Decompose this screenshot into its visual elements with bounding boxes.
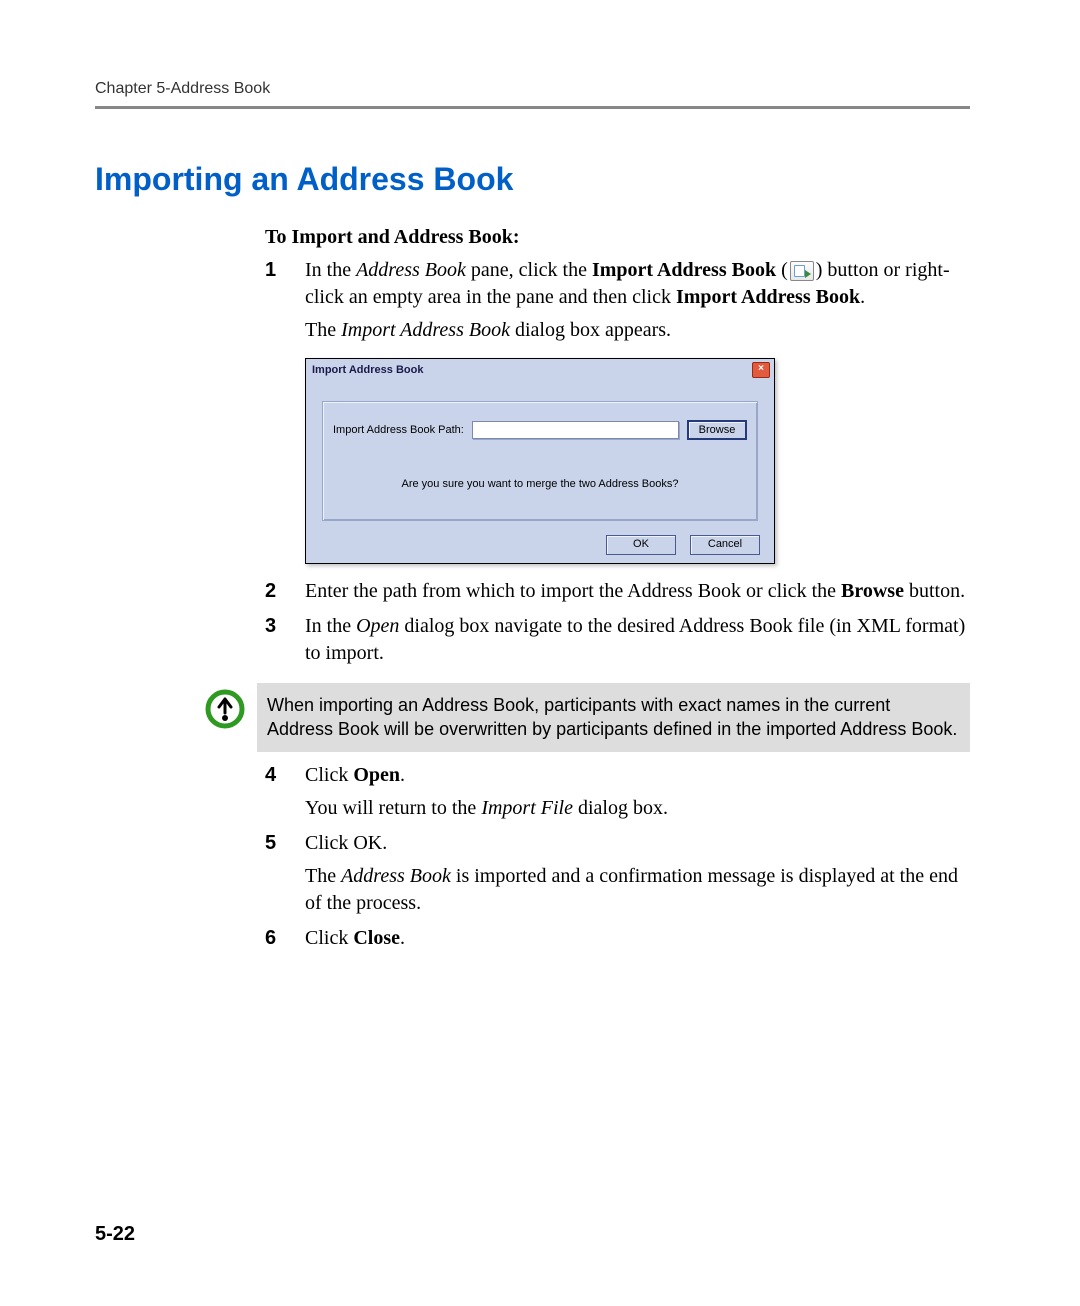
dialog-import-address-book: Import Address Book × Import Address Boo…	[305, 358, 775, 564]
note: When importing an Address Book, particip…	[205, 683, 970, 752]
note-text: When importing an Address Book, particip…	[257, 683, 970, 752]
step-1-follow: The Import Address Book dialog box appea…	[305, 317, 970, 344]
step-1: 1 In the Address Book pane, click the Im…	[265, 257, 970, 311]
header-rule	[95, 106, 970, 109]
step-number: 1	[265, 257, 305, 311]
step-3: 3 In the Open dialog box navigate to the…	[265, 613, 970, 667]
section-title: Importing an Address Book	[95, 161, 970, 198]
step-text: Click Close.	[305, 925, 970, 952]
cancel-button[interactable]: Cancel	[690, 535, 760, 555]
step-text: Click Open.	[305, 762, 970, 789]
path-label: Import Address Book Path:	[333, 424, 464, 436]
step-5-follow: The Address Book is imported and a confi…	[305, 863, 970, 917]
step-4: 4 Click Open.	[265, 762, 970, 789]
step-number: 4	[265, 762, 305, 789]
browse-button[interactable]: Browse	[687, 420, 747, 440]
step-text: Enter the path from which to import the …	[305, 578, 970, 605]
path-input[interactable]	[472, 421, 679, 439]
step-text: In the Address Book pane, click the Impo…	[305, 257, 970, 311]
step-number: 6	[265, 925, 305, 952]
procedure-subhead: To Import and Address Book:	[265, 226, 970, 249]
ok-button[interactable]: OK	[606, 535, 676, 555]
dialog-title: Import Address Book	[312, 364, 423, 376]
step-4-follow: You will return to the Import File dialo…	[305, 795, 970, 822]
running-header: Chapter 5-Address Book	[95, 80, 970, 98]
step-number: 3	[265, 613, 305, 667]
note-icon	[205, 689, 245, 729]
import-address-book-icon	[790, 261, 814, 281]
step-number: 2	[265, 578, 305, 605]
merge-confirm-text: Are you sure you want to merge the two A…	[333, 478, 747, 490]
step-text: Click OK.	[305, 830, 970, 857]
page-number: 5-22	[95, 1223, 135, 1246]
step-text: In the Open dialog box navigate to the d…	[305, 613, 970, 667]
step-6: 6 Click Close.	[265, 925, 970, 952]
step-2: 2 Enter the path from which to import th…	[265, 578, 970, 605]
step-5: 5 Click OK.	[265, 830, 970, 857]
close-icon[interactable]: ×	[752, 362, 770, 378]
step-number: 5	[265, 830, 305, 857]
